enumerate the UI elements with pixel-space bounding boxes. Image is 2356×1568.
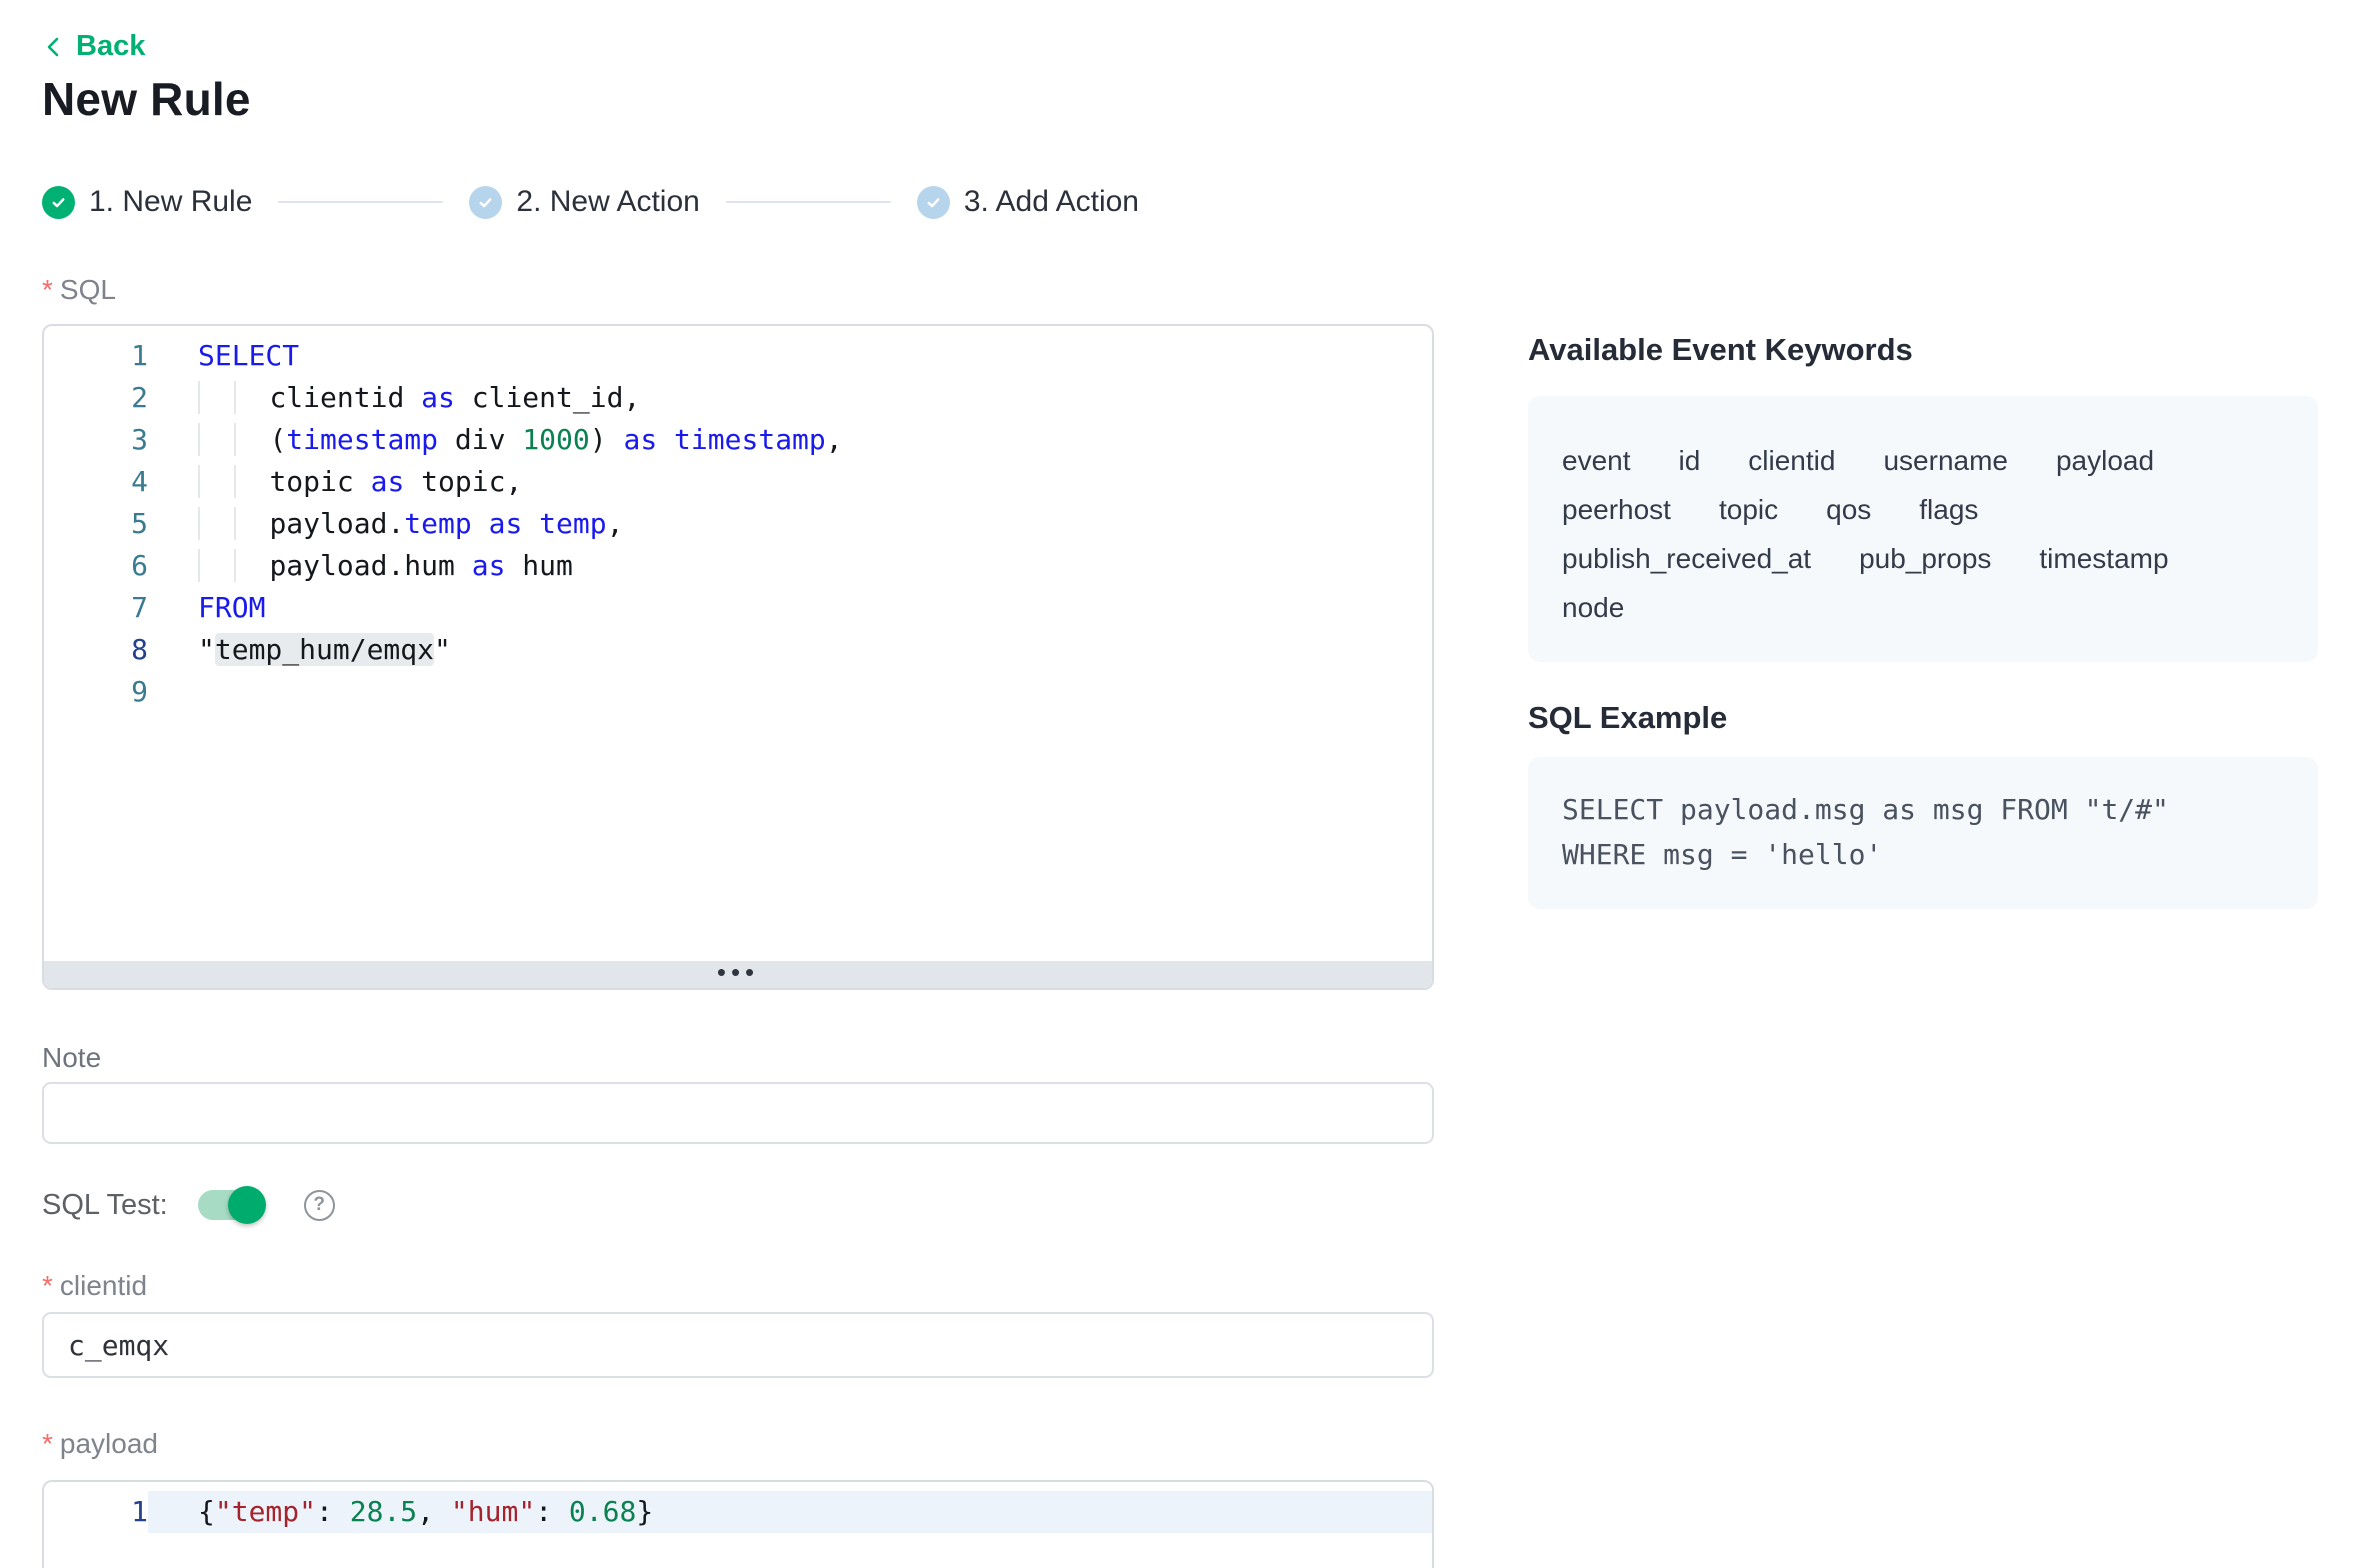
help-icon[interactable]: ?: [304, 1190, 335, 1221]
note-field-label: Note: [42, 1042, 101, 1074]
code-line: 9: [44, 671, 1432, 713]
event-keyword: node: [1562, 583, 1624, 632]
keyword-row: eventid clientid username payload: [1562, 436, 2284, 485]
note-input[interactable]: [42, 1082, 1434, 1144]
event-keyword: flags: [1919, 485, 1978, 534]
step-new-rule[interactable]: 1. New Rule: [42, 185, 252, 219]
line-number: 8: [44, 629, 148, 671]
code-line: 1SELECT: [44, 335, 1432, 377]
chevron-left-icon: [42, 35, 66, 59]
payload-editor-content: 1{"temp": 28.5, "hum": 0.68}: [44, 1482, 1432, 1533]
sql-editor-content: 1SELECT2 clientid as client_id,3 (timest…: [44, 326, 1432, 713]
event-keyword: clientid: [1748, 436, 1835, 485]
event-keyword: username: [1883, 436, 2008, 485]
keyword-row: node: [1562, 583, 2284, 632]
step-new-action[interactable]: 2. New Action: [469, 185, 699, 219]
sql-example-panel: SELECT payload.msg as msg FROM "t/#"WHER…: [1528, 757, 2318, 909]
line-number: 4: [44, 461, 148, 503]
sql-field-label: *SQL: [42, 274, 116, 306]
code-line: 7FROM: [44, 587, 1432, 629]
event-keyword: pub_props: [1859, 534, 1991, 583]
line-number: 7: [44, 587, 148, 629]
required-asterisk: *: [42, 1270, 53, 1301]
code-line: 3 (timestamp div 1000) as timestamp,: [44, 419, 1432, 461]
event-keyword: qos: [1826, 485, 1871, 534]
stepper: 1. New Rule 2. New Action 3. Add Action: [42, 184, 1139, 220]
code-line: 1{"temp": 28.5, "hum": 0.68}: [44, 1491, 1432, 1533]
stepper-connector: [726, 201, 891, 203]
code-line: 2 clientid as client_id,: [44, 377, 1432, 419]
code-line: 5 payload.temp as temp,: [44, 503, 1432, 545]
line-number: 6: [44, 545, 148, 587]
check-circle-icon: [42, 186, 75, 219]
clientid-input[interactable]: [42, 1312, 1434, 1378]
required-asterisk: *: [42, 1428, 53, 1459]
new-rule-page: Back New Rule 1. New Rule 2. New Action …: [0, 0, 2356, 1568]
step-label: 2. New Action: [516, 185, 699, 219]
question-mark: ?: [313, 1194, 325, 1216]
sql-test-row: SQL Test: ?: [42, 1186, 335, 1224]
sql-example-line: SELECT payload.msg as msg FROM "t/#": [1562, 787, 2284, 832]
back-label: Back: [76, 30, 145, 63]
event-keyword: peerhost: [1562, 485, 1671, 534]
step-label: 3. Add Action: [964, 185, 1139, 219]
step-label: 1. New Rule: [89, 185, 252, 219]
sql-test-label: SQL Test:: [42, 1189, 168, 1222]
line-number: 1: [44, 335, 148, 377]
line-number: 3: [44, 419, 148, 461]
code-line: 4 topic as topic,: [44, 461, 1432, 503]
keyword-row: peerhost topic qos flags: [1562, 485, 2284, 534]
line-number: 1: [44, 1491, 148, 1533]
sql-code-editor[interactable]: 1SELECT2 clientid as client_id,3 (timest…: [42, 324, 1434, 990]
event-keyword: topic: [1719, 485, 1778, 534]
sql-example-line: WHERE msg = 'hello': [1562, 832, 2284, 877]
stepper-connector: [278, 201, 443, 203]
resize-dots-icon: •••: [717, 962, 759, 982]
check-circle-icon: [469, 186, 502, 219]
step-add-action[interactable]: 3. Add Action: [917, 185, 1139, 219]
code-line: 6 payload.hum as hum: [44, 545, 1432, 587]
line-number: 2: [44, 377, 148, 419]
line-number: 9: [44, 671, 148, 713]
payload-field-label: *payload: [42, 1428, 158, 1460]
editor-resize-handle[interactable]: •••: [44, 961, 1432, 988]
event-keyword: id: [1679, 436, 1701, 485]
keywords-panel: eventid clientid username payload peerhost to…: [1528, 396, 2318, 662]
back-button[interactable]: Back: [42, 30, 145, 63]
event-keyword: timestamp: [2039, 534, 2168, 583]
keyword-row: publish_received_at pub_props timestamp: [1562, 534, 2284, 583]
keywords-panel-title: Available Event Keywords: [1528, 332, 1913, 368]
code-line: 8"temp_hum/emqx": [44, 629, 1432, 671]
line-number: 5: [44, 503, 148, 545]
sql-test-toggle[interactable]: [198, 1190, 264, 1220]
toggle-knob: [228, 1186, 266, 1224]
payload-code-editor[interactable]: 1{"temp": 28.5, "hum": 0.68}: [42, 1480, 1434, 1568]
sql-example-title: SQL Example: [1528, 700, 1727, 736]
clientid-field-label: *clientid: [42, 1270, 147, 1302]
event-keyword: publish_received_at: [1562, 534, 1811, 583]
event-keyword: event: [1562, 436, 1631, 485]
required-asterisk: *: [42, 274, 53, 305]
event-keyword: payload: [2056, 436, 2154, 485]
page-title: New Rule: [42, 72, 251, 126]
check-circle-icon: [917, 186, 950, 219]
